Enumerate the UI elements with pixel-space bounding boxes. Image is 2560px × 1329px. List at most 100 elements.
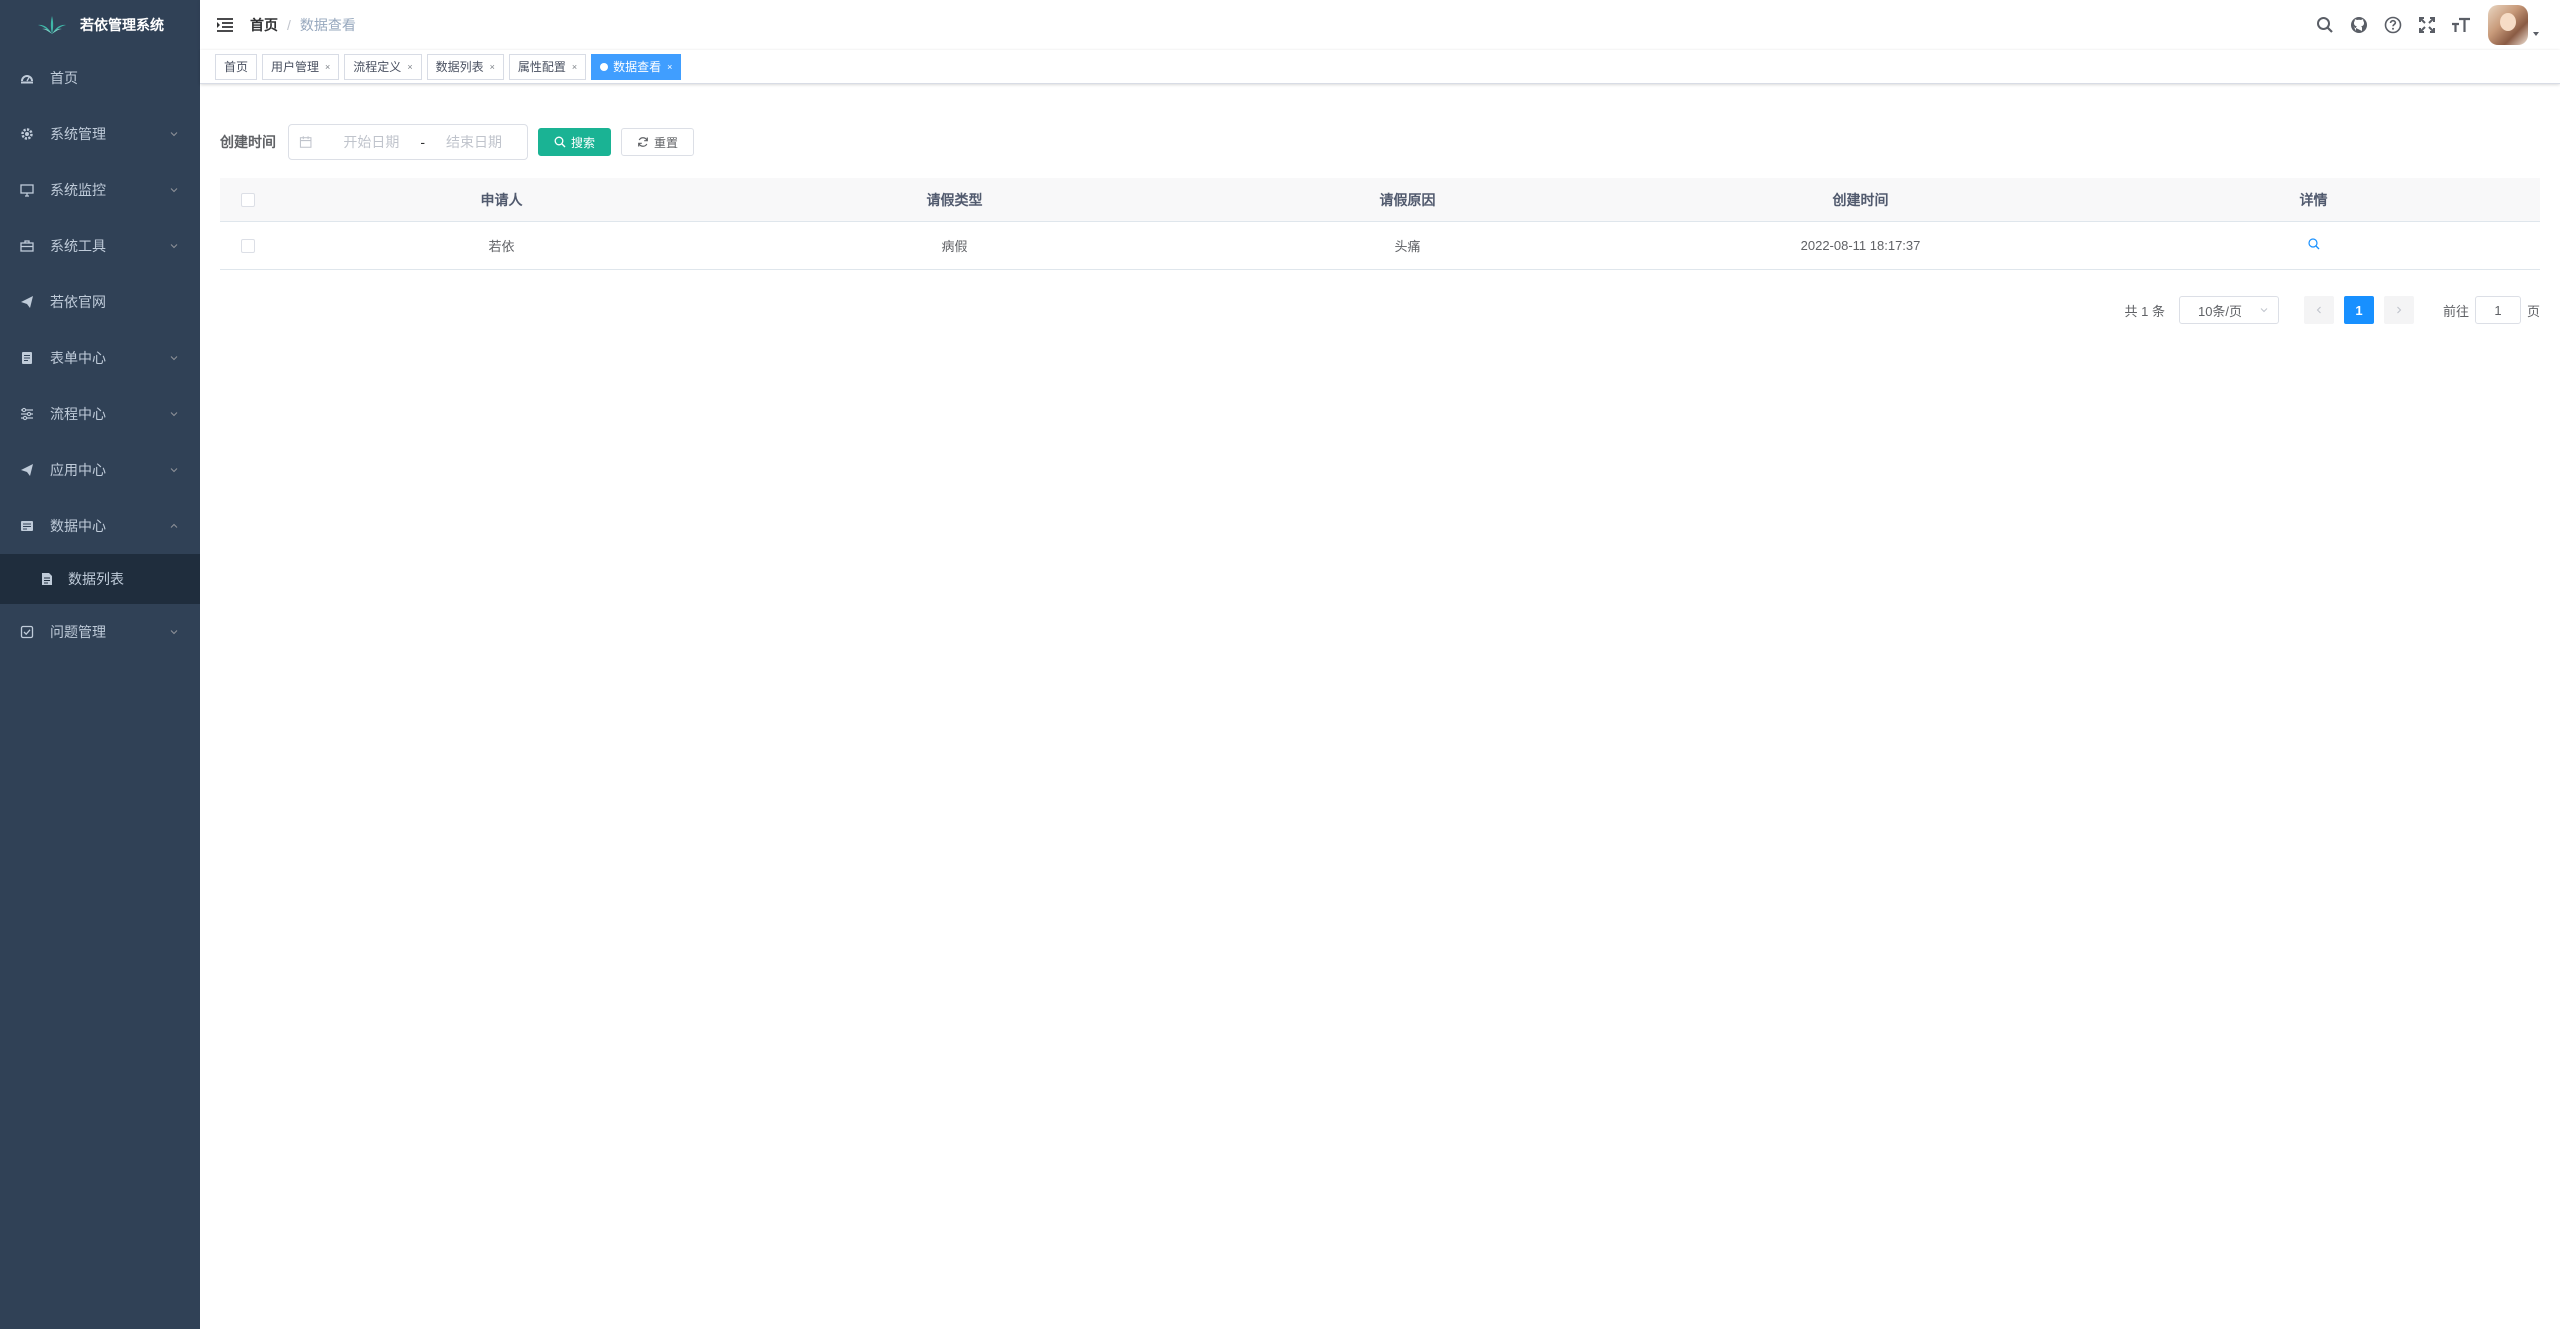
send-icon [20,295,34,309]
app-title: 若依管理系统 [80,17,164,33]
table-header: 申请人 请假类型 请假原因 创建时间 详情 [220,178,2540,222]
chevron-right-icon [2397,306,2402,314]
sidebar-item-home[interactable]: 首页 [0,50,200,106]
active-dot-icon [600,62,609,71]
tag-label: 首页 [224,59,249,74]
sidebar-item-app-center[interactable]: 应用中心 [0,442,200,498]
chevron-down-icon [170,188,178,193]
row-select-cell [220,238,275,253]
search-button[interactable] [2308,0,2342,50]
column-header: 详情 [2299,191,2328,208]
pagination-total: 共 1 条 [2124,303,2165,319]
monitor-icon [20,183,34,197]
fullscreen-icon [2419,17,2435,33]
search-icon [2317,17,2333,33]
gear-icon [20,127,34,141]
column-header: 请假类型 [926,191,983,208]
tag-label: 数据列表 [435,59,484,74]
close-icon[interactable]: × [667,55,672,79]
close-icon[interactable]: × [407,55,412,79]
search-form: 创建时间 开始日期 - 结束日期 搜索 重置 [220,124,2540,160]
chevron-down-icon [170,630,178,635]
document-icon [40,572,54,586]
close-icon[interactable]: × [490,55,495,79]
reset-button-label: 重置 [654,135,679,150]
tag-attribute-config[interactable]: 属性配置 × [508,53,587,80]
pagination: 共 1 条 10条/页 1 前往 页 [220,294,2540,326]
tag-label: 数据查看 [613,59,662,74]
hamburger-button[interactable] [200,0,250,50]
tag-user-management[interactable]: 用户管理 × [262,53,340,80]
page-size-value: 10条/页 [2197,303,2243,319]
close-icon[interactable]: × [325,55,330,79]
end-date-input[interactable]: 结束日期 [431,132,517,152]
sidebar-item-system-management[interactable]: 系统管理 [0,106,200,162]
tag-label: 流程定义 [353,59,402,74]
tag-process-definition[interactable]: 流程定义 × [344,53,422,80]
calendar-icon [299,136,312,148]
chevron-down-icon [170,412,178,417]
sidebar-item-ruoyi-website[interactable]: 若依官网 [0,274,200,330]
caret-down-icon[interactable] [2532,30,2540,38]
chevron-down-icon [170,468,178,473]
sidebar-item-label: 数据列表 [68,571,124,587]
sidebar: 若依管理系统 首页 系统管理 系统监控 系统工具 若依官网 表单中心 流程中心 … [0,0,200,1329]
sidebar-item-label: 应用中心 [50,462,106,478]
search-button[interactable]: 搜索 [538,128,612,156]
github-button[interactable] [2342,0,2376,50]
send-icon [20,463,34,477]
close-icon[interactable]: × [572,55,577,79]
chevron-up-icon [170,523,178,528]
select-all-checkbox[interactable] [240,192,255,207]
next-page-button[interactable] [2383,296,2414,324]
checkbox-icon [20,625,34,639]
row-checkbox[interactable] [240,238,255,253]
sidebar-item-issue-management[interactable]: 问题管理 [0,604,200,660]
sidebar-item-label: 问题管理 [50,624,106,640]
chevron-down-icon [2260,308,2268,313]
sidebar-item-data-list[interactable]: 数据列表 [0,554,200,604]
reset-button[interactable]: 重置 [621,128,695,156]
chevron-down-icon [170,132,178,137]
sidebar-item-label: 数据中心 [50,518,106,534]
sidebar-item-process-center[interactable]: 流程中心 [0,386,200,442]
sidebar-item-form-center[interactable]: 表单中心 [0,330,200,386]
avatar[interactable] [2488,5,2528,45]
table-row[interactable]: 若依 病假 头痛 2022-08-11 18:17:37 [220,222,2540,270]
tag-data-list[interactable]: 数据列表 × [426,53,504,80]
goto-page-input[interactable] [2474,296,2521,324]
sidebar-item-label: 系统管理 [50,126,106,142]
search-icon [554,136,566,148]
column-header: 创建时间 [1832,191,1889,208]
sidebar-item-data-center[interactable]: 数据中心 [0,498,200,554]
sidebar-item-label: 系统监控 [50,182,106,198]
tag-data-view[interactable]: 数据查看 × [591,53,682,80]
breadcrumb: 首页 / 数据查看 [250,15,356,35]
sidebar-item-label: 表单中心 [50,350,106,366]
applicant-cell: 若依 [488,239,515,254]
toolbox-icon [20,239,34,253]
main-content: 创建时间 开始日期 - 结束日期 搜索 重置 申请人 请假类型 请假原因 创建时… [200,84,2560,1329]
tag-home[interactable]: 首页 [215,53,258,80]
view-details-icon[interactable] [2307,237,2321,251]
form-icon [20,351,34,365]
start-date-input[interactable]: 开始日期 [328,132,414,152]
details-cell [2087,237,2540,254]
sidebar-item-label: 若依官网 [50,294,106,310]
font-size-button[interactable] [2444,0,2478,50]
help-button[interactable] [2376,0,2410,50]
breadcrumb-home[interactable]: 首页 [250,15,278,35]
page-size-select[interactable]: 10条/页 [2178,296,2279,324]
sidebar-item-system-monitor[interactable]: 系统监控 [0,162,200,218]
tag-label: 用户管理 [271,59,320,74]
navbar: 首页 / 数据查看 [200,0,2560,50]
fullscreen-button[interactable] [2410,0,2444,50]
chevron-left-icon [2316,306,2321,314]
date-range-picker[interactable]: 开始日期 - 结束日期 [288,124,528,160]
column-header: 申请人 [480,191,523,208]
sidebar-item-system-tools[interactable]: 系统工具 [0,218,200,274]
logo-icon [38,16,66,34]
page-number-button[interactable]: 1 [2343,296,2374,324]
prev-page-button[interactable] [2303,296,2334,324]
logo[interactable]: 若依管理系统 [0,0,200,50]
